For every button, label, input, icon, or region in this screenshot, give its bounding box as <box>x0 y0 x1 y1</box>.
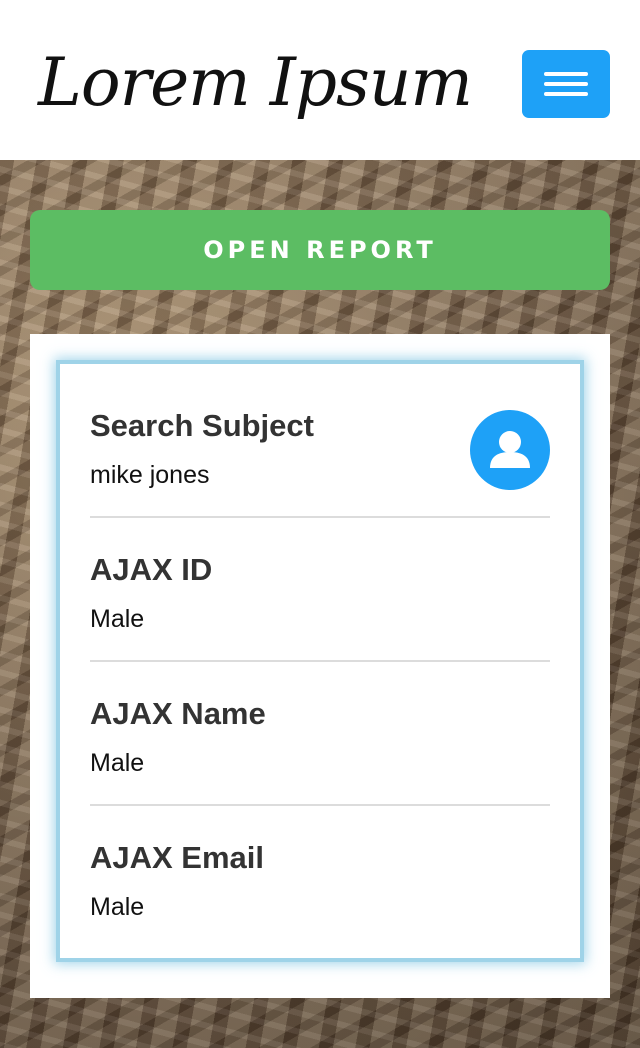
field-label: Search Subject <box>90 408 314 443</box>
field-value: Male <box>90 749 145 777</box>
field-value: Male <box>90 605 145 633</box>
hamburger-icon <box>544 72 588 76</box>
field-value: Male <box>90 893 145 921</box>
field-value: mike jones <box>90 461 210 489</box>
hamburger-icon-bar <box>544 82 588 86</box>
field-label: AJAX Email <box>90 840 265 875</box>
top-header: Lorem Ipsum <box>0 0 640 160</box>
report-card: Search Subject mike jones AJAX ID Male A… <box>30 334 610 998</box>
field-ajax-name: AJAX Name Male <box>90 652 550 796</box>
hamburger-icon-bar <box>544 92 588 96</box>
logo[interactable]: Lorem Ipsum <box>38 38 473 128</box>
field-label: AJAX Name <box>90 696 266 731</box>
user-avatar-icon <box>470 410 550 490</box>
open-report-button[interactable]: OPEN REPORT <box>30 210 610 290</box>
field-ajax-id: AJAX ID Male <box>90 508 550 652</box>
field-ajax-email: AJAX Email Male <box>90 796 550 940</box>
menu-button[interactable] <box>522 50 610 118</box>
report-card-inner: Search Subject mike jones AJAX ID Male A… <box>60 364 580 958</box>
field-label: AJAX ID <box>90 552 213 587</box>
